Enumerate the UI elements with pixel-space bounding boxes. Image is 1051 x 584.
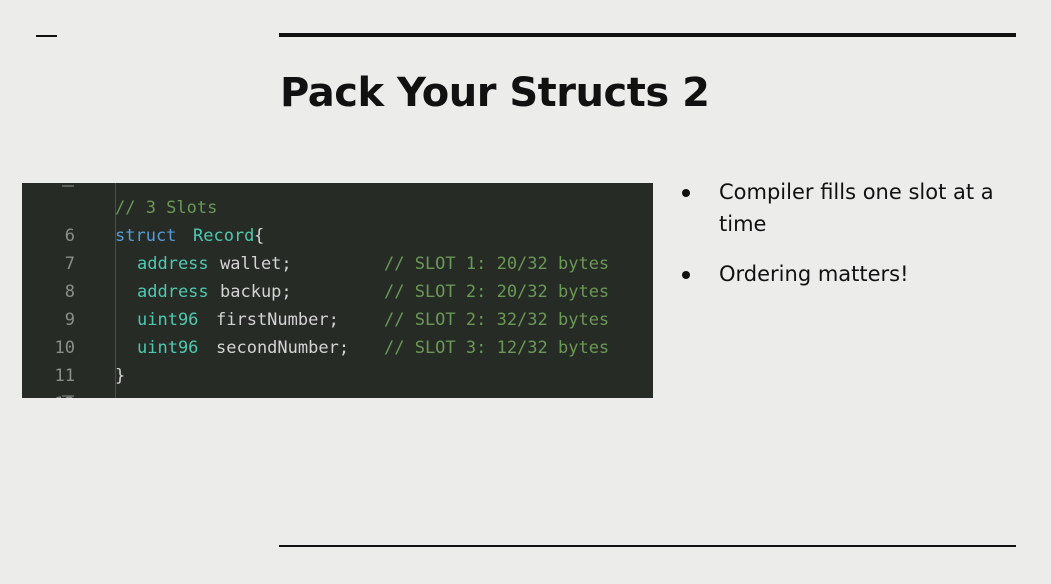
code-comment: // SLOT 2: 20/32 bytes [384,282,610,302]
code-type: address [137,254,209,274]
code-field: secondNumber; [216,338,350,358]
bullet-dot-icon [682,271,690,279]
top-rule [279,33,1016,37]
bullet-dot-icon [682,189,690,197]
code-line: 11 uint96 secondNumber; // SLOT 3: 12/32… [22,334,653,386]
code-block: 6 // 3 Slots 7 struct Record { 8 address… [22,183,653,398]
code-line: 7 struct Record { [22,222,653,274]
bullet-text: Compiler fills one slot at a time [719,180,994,236]
code-field: wallet; [220,254,292,274]
code-type: uint96 [137,338,199,358]
code-field: backup; [220,282,292,302]
code-comment: // 3 Slots [115,198,218,218]
code-line: 10 uint96 firstNumber; // SLOT 2: 32/32 … [22,306,653,358]
code-type: address [137,282,209,302]
code-comment: // SLOT 3: 12/32 bytes [384,338,610,358]
code-keyword: struct [115,226,177,246]
clipped-line-number-top [62,185,74,187]
code-line: 6 // 3 Slots [22,194,653,246]
code-line: 8 address wallet; // SLOT 1: 20/32 bytes [22,250,653,302]
corner-dash [36,35,57,37]
code-struct-name: Record [193,226,255,246]
bullet-text: Ordering matters! [719,262,909,286]
code-line: 9 address backup; // SLOT 2: 20/32 bytes [22,278,653,330]
code-comment: // SLOT 2: 32/32 bytes [384,310,610,330]
slide-title: Pack Your Structs 2 [280,70,710,116]
code-line: 12 } [22,362,653,398]
bullet-item: Compiler fills one slot at a time [679,176,1019,240]
line-number: 12 [22,390,75,398]
code-field: firstNumber; [216,310,339,330]
code-brace: } [115,366,126,386]
code-brace: { [254,226,265,246]
bullet-list: Compiler fills one slot at a time Orderi… [679,176,1019,308]
bottom-rule [279,545,1016,547]
bullet-item: Ordering matters! [679,258,1019,290]
code-comment: // SLOT 1: 20/32 bytes [384,254,610,274]
code-type: uint96 [137,310,199,330]
